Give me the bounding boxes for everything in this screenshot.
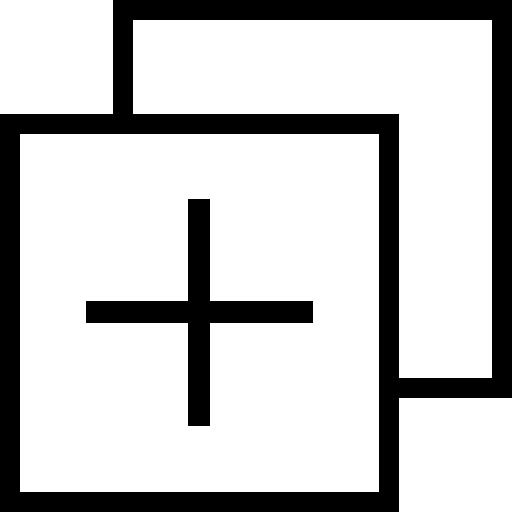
duplicate-add-icon — [0, 0, 512, 512]
duplicate-add-svg — [0, 0, 512, 512]
